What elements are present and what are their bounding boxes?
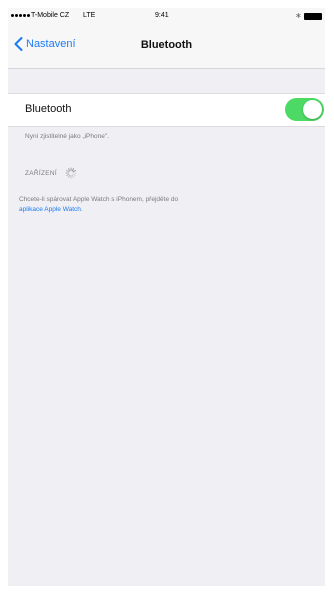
battery-icon: [304, 13, 322, 20]
bluetooth-toggle[interactable]: [285, 98, 324, 121]
spinner-icon: [65, 167, 77, 179]
status-bar: T-Mobile CZ LTE 9:41 ∗: [8, 8, 325, 26]
devices-section-header: ZAŘÍZENÍ: [25, 167, 77, 179]
status-time: 9:41: [155, 12, 169, 19]
spinner-spoke: [66, 173, 70, 176]
spinner-spoke: [66, 170, 70, 173]
phone-screen: T-Mobile CZ LTE 9:41 ∗ Nastavení Bluetoo…: [8, 8, 325, 586]
bluetooth-setting-row: Bluetooth: [8, 93, 325, 127]
page-title: Bluetooth: [140, 39, 193, 51]
apple-watch-info-suffix: .: [80, 206, 83, 213]
spinner-spoke: [72, 173, 76, 176]
apple-watch-info-text: Chcete-li spárovat Apple Watch s iPhonem…: [19, 196, 179, 203]
carrier-name: T-Mobile CZ: [31, 12, 70, 19]
spinner-spoke: [71, 168, 75, 172]
bluetooth-setting-label: Bluetooth: [25, 103, 72, 115]
apple-watch-info: Chcete-li spárovat Apple Watch s iPhonem…: [19, 195, 309, 215]
signal-strength-icon: [11, 14, 30, 17]
bluetooth-icon: ∗: [295, 11, 302, 20]
navigation-bar: Nastavení Bluetooth: [8, 26, 325, 69]
toggle-knob: [303, 100, 322, 119]
spinner-spoke: [68, 174, 71, 178]
devices-section-title: ZAŘÍZENÍ: [25, 169, 58, 177]
spinner-spoke: [71, 174, 75, 178]
spinner-spoke: [68, 168, 71, 172]
spinner-spoke: [72, 170, 76, 173]
network-type: LTE: [83, 12, 96, 19]
apple-watch-app-link[interactable]: aplikace Apple Watch: [19, 206, 81, 213]
discoverable-note: Nyní zjistitelné jako „iPhone".: [25, 133, 109, 140]
